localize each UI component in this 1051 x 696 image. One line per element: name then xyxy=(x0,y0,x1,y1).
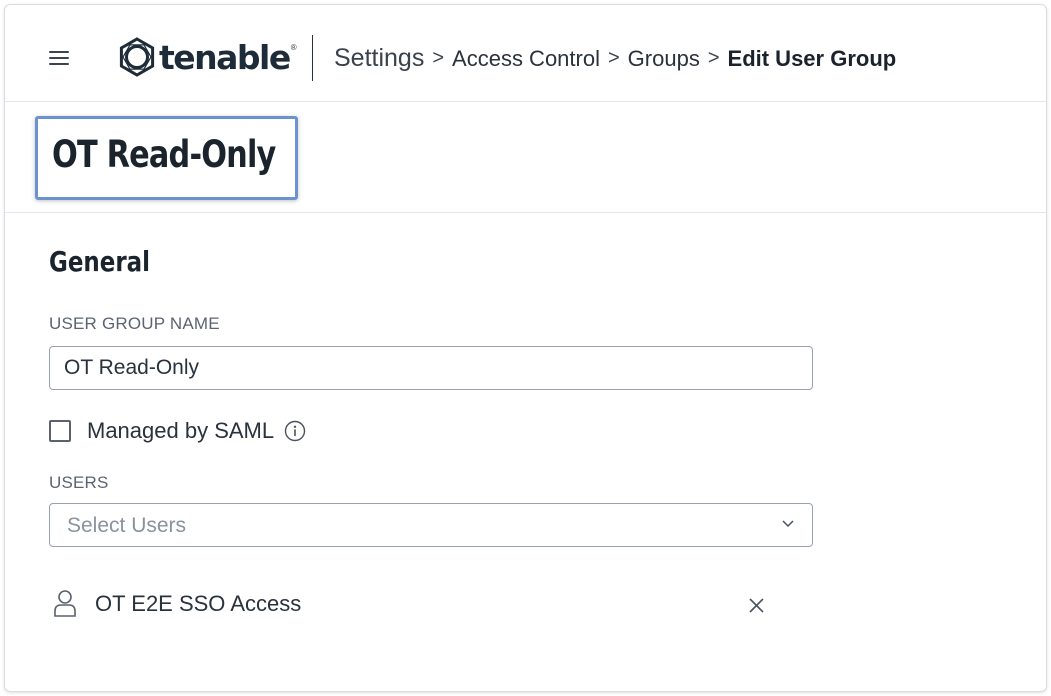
users-label: USERS xyxy=(49,473,109,492)
breadcrumb-separator: > xyxy=(707,47,720,69)
logo-trademark: ® xyxy=(290,43,297,52)
breadcrumb-separator: > xyxy=(607,47,620,69)
breadcrumb-current: Edit User Group xyxy=(727,45,897,71)
header-divider xyxy=(312,35,313,81)
user-icon xyxy=(54,590,76,617)
user-group-name-input[interactable] xyxy=(49,346,813,390)
managed-by-saml-checkbox[interactable] xyxy=(49,420,71,442)
close-icon[interactable] xyxy=(748,597,765,614)
page-title: OT Read-Only xyxy=(52,133,276,176)
user-group-name-label: USER GROUP NAME xyxy=(49,314,220,333)
select-users-placeholder: Select Users xyxy=(67,514,187,537)
breadcrumb-settings[interactable]: Settings xyxy=(334,44,424,73)
hamburger-menu-icon[interactable] xyxy=(49,51,69,65)
section-title-general: General xyxy=(49,245,151,278)
breadcrumb-access-control[interactable]: Access Control xyxy=(452,46,600,72)
breadcrumb-groups[interactable]: Groups xyxy=(628,46,700,72)
select-users-dropdown[interactable]: Select Users xyxy=(49,503,813,547)
chevron-down-icon xyxy=(782,520,794,528)
managed-by-saml-checkbox-row[interactable]: Managed by SAML xyxy=(49,418,306,444)
logo-text: tenable xyxy=(159,37,291,77)
selected-user-name: OT E2E SSO Access xyxy=(95,591,302,616)
managed-by-saml-label[interactable]: Managed by SAML xyxy=(87,418,274,444)
page-title-bar: OT Read-Only xyxy=(5,102,1046,213)
tenable-logo[interactable]: tenable ® xyxy=(117,35,297,79)
tenable-logo-mark-icon xyxy=(119,37,155,77)
title-highlight-box: OT Read-Only xyxy=(35,116,298,200)
breadcrumb: Settings > Access Control > Groups > Edi… xyxy=(334,44,896,73)
top-header: tenable ® Settings > Access Control > Gr… xyxy=(5,5,1046,102)
edit-user-group-panel: tenable ® Settings > Access Control > Gr… xyxy=(4,4,1047,692)
breadcrumb-separator: > xyxy=(432,47,445,69)
info-circle-icon[interactable] xyxy=(284,420,306,442)
selected-user-row: OT E2E SSO Access xyxy=(49,585,769,625)
